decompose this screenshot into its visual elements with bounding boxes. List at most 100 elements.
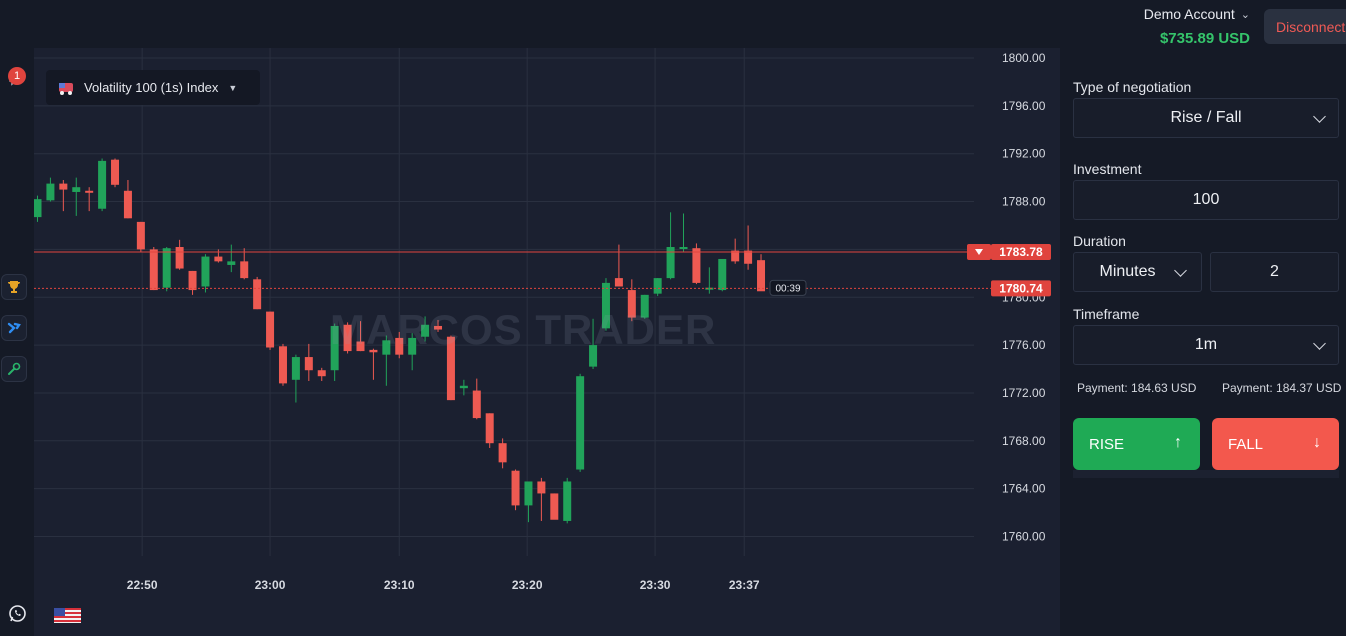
duration-label: Duration [1073, 233, 1126, 249]
candle [149, 247, 158, 291]
candle [485, 413, 494, 448]
duration-input[interactable]: 2 [1210, 252, 1339, 292]
candle-body [537, 481, 546, 494]
candle-body [278, 346, 287, 384]
fall-button[interactable]: FALL ↓ [1212, 418, 1339, 470]
y-tick-label: 1788.00 [1002, 195, 1046, 209]
candle-body [98, 160, 107, 209]
duration-unit-value: Minutes [1099, 263, 1156, 280]
candle [744, 225, 753, 270]
disconnect-button[interactable]: Disconnect [1264, 9, 1346, 44]
tools-button[interactable] [1, 356, 27, 382]
candle [498, 438, 507, 469]
candle-body [317, 370, 326, 377]
fall-label: FALL [1228, 435, 1264, 453]
investment-input[interactable]: 100 [1073, 180, 1339, 220]
candle [72, 177, 81, 216]
investment-value: 100 [1192, 191, 1220, 208]
candle [59, 180, 68, 212]
y-tick-label: 1792.00 [1002, 147, 1046, 161]
asset-icon [59, 82, 73, 95]
caret-down-icon: ▼ [228, 82, 238, 93]
y-tick-label: 1764.00 [1002, 482, 1046, 496]
candle-body [149, 249, 158, 291]
rise-button[interactable]: RISE ↑ [1073, 418, 1200, 470]
candle-body [718, 258, 727, 291]
candle-body [550, 493, 559, 520]
y-tick-label: 1776.00 [1002, 338, 1046, 352]
x-tick-label: 22:50 [127, 578, 158, 592]
x-tick-label: 23:30 [640, 578, 671, 592]
payment-fall: Payment: 184.37 USD [1222, 381, 1342, 395]
candle-body [563, 481, 572, 521]
negotiation-value: Rise / Fall [1170, 109, 1242, 126]
chevron-down-icon [1313, 110, 1326, 123]
x-tick-label: 23:20 [512, 578, 543, 592]
trophy-button[interactable] [1, 274, 27, 300]
negotiation-select[interactable]: Rise / Fall [1073, 98, 1339, 138]
whatsapp-icon[interactable] [8, 604, 27, 628]
candle [653, 278, 662, 297]
payment-rise: Payment: 184.63 USD [1077, 381, 1197, 395]
price-markers-layer: 1783.78 1780.74 00:39 [34, 244, 1051, 297]
candle [291, 354, 300, 403]
panel-divider [1073, 470, 1339, 478]
strategy-button[interactable] [1, 315, 27, 341]
candle-body [498, 443, 507, 463]
candle-body [614, 278, 623, 287]
candle [757, 254, 766, 292]
candle [85, 187, 94, 212]
candle [253, 276, 262, 310]
candle [550, 493, 559, 520]
trade-panel: Type of negotiation Rise / Fall Investme… [1060, 48, 1346, 636]
symbol-selector[interactable]: Volatility 100 (1s) Index ▼ [46, 70, 260, 105]
candle-body [72, 187, 81, 192]
candle-body [679, 247, 688, 250]
timeframe-label: Timeframe [1073, 306, 1140, 322]
candle [46, 177, 55, 202]
candle [162, 247, 171, 292]
candle [679, 213, 688, 252]
candle [705, 267, 714, 294]
candle [614, 244, 623, 287]
rise-label: RISE [1089, 435, 1125, 453]
candle [214, 249, 223, 263]
candle-body [85, 190, 94, 193]
candle [524, 481, 533, 523]
candle [111, 158, 120, 188]
account-selector[interactable]: Demo Account ⌄ $735.89 USD [1144, 6, 1250, 47]
candle [136, 221, 145, 252]
y-tick-label: 1768.00 [1002, 434, 1046, 448]
candle [537, 477, 546, 521]
candle-body [188, 270, 197, 291]
candle-body [136, 221, 145, 250]
us-flag-icon[interactable] [54, 608, 81, 628]
candle [188, 270, 197, 295]
arrow-up-icon: ↑ [1174, 434, 1182, 451]
candle-body [304, 357, 313, 371]
x-tick-label: 23:10 [384, 578, 415, 592]
candle [472, 378, 481, 420]
grid-layer [34, 48, 974, 556]
candle [123, 180, 132, 219]
timeframe-select[interactable]: 1m [1073, 325, 1339, 365]
candle [317, 367, 326, 381]
top-bar: Demo Account ⌄ $735.89 USD Disconnect [0, 0, 1346, 48]
candle-body [524, 481, 533, 506]
investment-label: Investment [1073, 161, 1142, 177]
y-tick-label: 1800.00 [1002, 51, 1046, 65]
candle [175, 239, 184, 270]
account-balance: $735.89 USD [1159, 30, 1250, 47]
chevron-down-icon [1174, 264, 1187, 277]
candle-body [227, 261, 236, 265]
candle-body [175, 247, 184, 269]
chevron-down-icon: ⌄ [1240, 9, 1250, 21]
candle-body [111, 159, 120, 185]
candle [731, 238, 740, 264]
y-tick-label: 1772.00 [1002, 386, 1046, 400]
candle [266, 311, 275, 350]
robot-icon [7, 322, 21, 334]
y-tick-label: 1760.00 [1002, 530, 1046, 544]
duration-unit-select[interactable]: Minutes [1073, 252, 1202, 292]
candle [718, 258, 727, 292]
